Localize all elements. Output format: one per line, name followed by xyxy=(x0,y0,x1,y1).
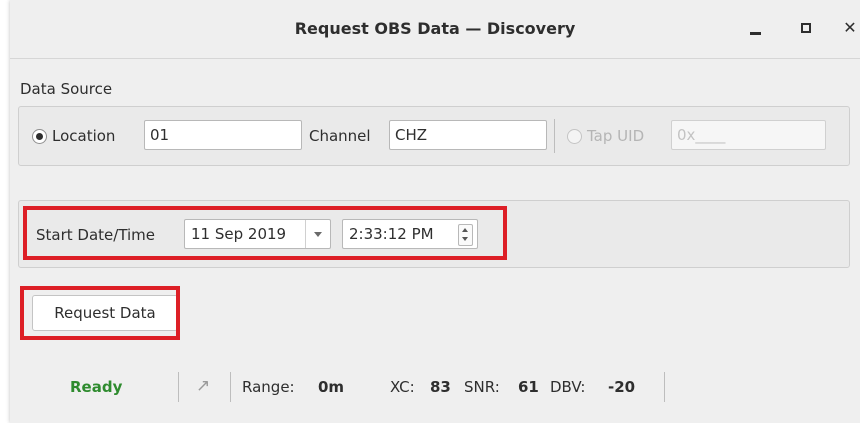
status-separator xyxy=(230,372,231,402)
range-value: 0m xyxy=(318,378,345,396)
location-label: Location xyxy=(52,127,116,145)
arrow-up-right-icon[interactable]: ↗ xyxy=(196,376,210,396)
data-source-group: Location 01 Channel CHZ Tap UID 0x____ xyxy=(18,106,850,166)
status-state: Ready xyxy=(70,378,123,396)
tap-uid-label: Tap UID xyxy=(587,127,645,145)
location-radio[interactable] xyxy=(32,129,47,144)
close-button[interactable]: ✕ xyxy=(838,16,860,40)
xc-value: 83 xyxy=(430,378,451,396)
highlight-request-button xyxy=(20,286,180,340)
separator xyxy=(554,119,555,153)
dbv-value: -20 xyxy=(608,378,636,396)
status-separator xyxy=(664,372,665,402)
minimize-icon xyxy=(750,32,761,35)
tap-uid-input[interactable]: 0x____ xyxy=(671,120,826,150)
title-bar[interactable]: Request OBS Data — Discovery ✕ xyxy=(10,0,860,59)
range-label: Range: xyxy=(242,378,295,396)
maximize-button[interactable] xyxy=(794,16,818,40)
radio-selected-dot xyxy=(36,133,43,140)
close-icon: ✕ xyxy=(843,18,857,37)
location-input[interactable]: 01 xyxy=(144,120,302,150)
snr-label: SNR: xyxy=(464,378,500,396)
maximize-icon xyxy=(801,23,811,33)
data-source-label: Data Source xyxy=(20,80,113,98)
dbv-label: DBV: xyxy=(550,378,586,396)
status-separator xyxy=(178,372,179,402)
minimize-button[interactable] xyxy=(744,16,768,40)
tap-uid-radio[interactable] xyxy=(567,129,582,144)
channel-input[interactable]: CHZ xyxy=(389,120,547,150)
xc-label: XC: xyxy=(390,378,415,396)
request-obs-window: Request OBS Data — Discovery ✕ Data Sour… xyxy=(10,0,860,423)
highlight-start-datetime xyxy=(23,206,507,260)
channel-label: Channel xyxy=(309,127,371,145)
snr-value: 61 xyxy=(518,378,539,396)
window-title: Request OBS Data — Discovery xyxy=(294,19,576,38)
